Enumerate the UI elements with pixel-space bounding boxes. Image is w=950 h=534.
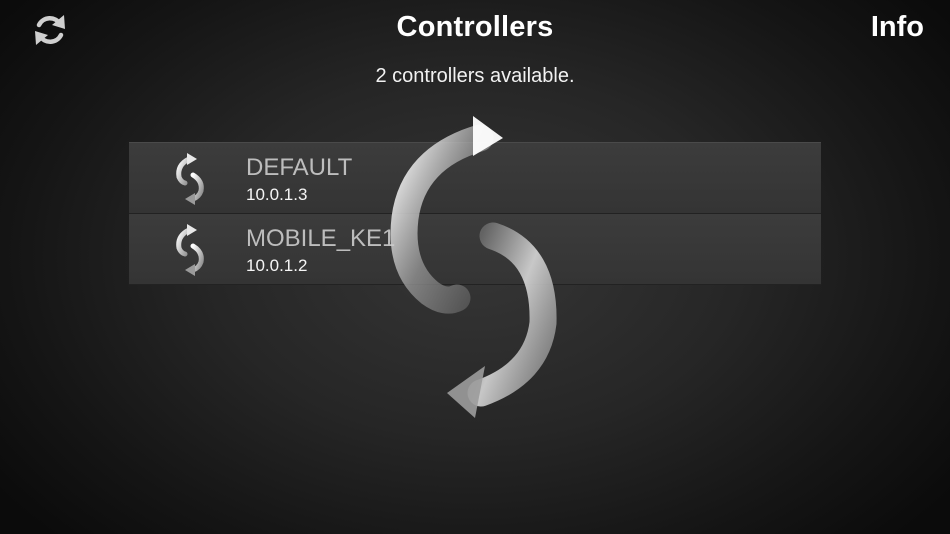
sync-arrows-icon — [176, 153, 204, 205]
sync-arrows-icon — [176, 224, 204, 276]
controller-row-default[interactable]: DEFAULT 10.0.1.3 — [129, 142, 821, 214]
controller-ip: 10.0.1.2 — [246, 256, 308, 275]
controller-ip: 10.0.1.3 — [246, 185, 308, 204]
controller-list: DEFAULT 10.0.1.3 MOBILE_KE1 10.0.1.2 — [129, 142, 821, 285]
page-title: Controllers — [396, 11, 554, 43]
controller-row-mobile-ke1[interactable]: MOBILE_KE1 10.0.1.2 — [129, 214, 821, 285]
controller-name: DEFAULT — [246, 154, 353, 181]
controllers-count-status: 2 controllers available. — [375, 65, 575, 87]
controller-name: MOBILE_KE1 — [246, 225, 396, 252]
info-button[interactable]: Info — [871, 11, 924, 44]
